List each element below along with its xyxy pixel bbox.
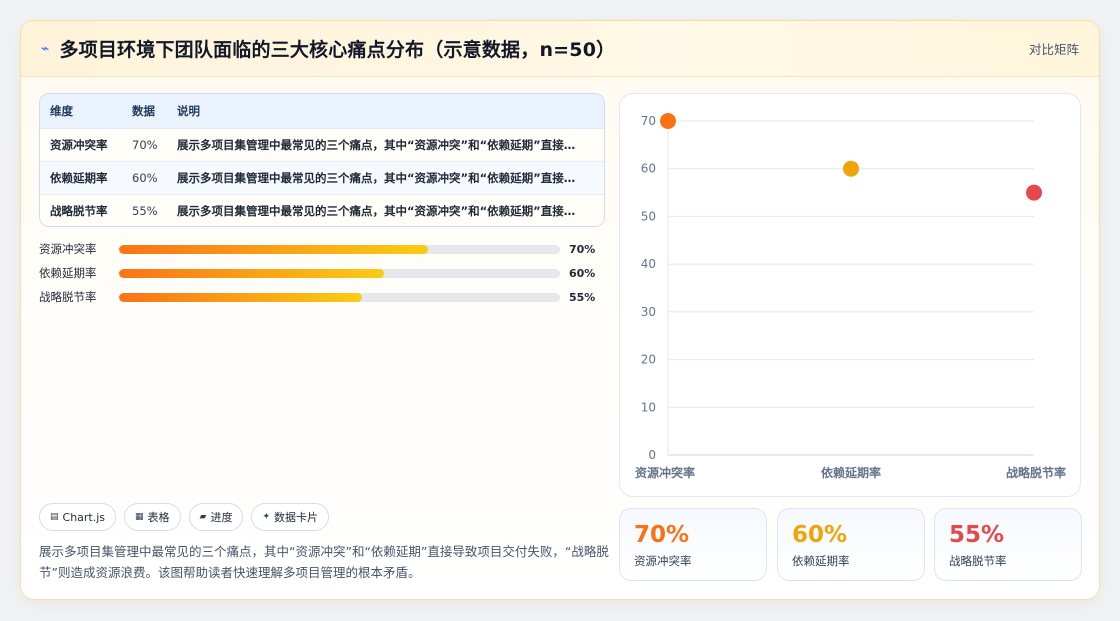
table-row: 资源冲突率 70% 展示多项目集管理中最常见的三个痛点，其中“资源冲突”和“依赖… <box>40 128 604 161</box>
progress-row: 战略脱节率 55% <box>39 285 605 309</box>
progress-label: 战略脱节率 <box>39 290 97 304</box>
monitor-icon: ▤ <box>50 512 59 522</box>
table-row: 依赖延期率 60% 展示多项目集管理中最常见的三个痛点，其中“资源冲突”和“依赖… <box>40 161 604 194</box>
progress-icon: ▰ <box>199 512 207 522</box>
data-table: 维度 数据 说明 资源冲突率 70% 展示多项目集管理中最常见的三个痛点，其中“… <box>39 93 605 227</box>
y-tick-label: 30 <box>641 305 656 319</box>
chip-label: 进度 <box>210 511 233 524</box>
chip-data-card[interactable]: ✦ 数据卡片 <box>251 503 330 531</box>
stat-label: 战略脱节率 <box>949 554 1007 568</box>
progress-row: 依赖延期率 60% <box>39 261 605 285</box>
chip-chartjs[interactable]: ▤ Chart.js <box>39 503 117 531</box>
stat-card: 70% 资源冲突率 <box>619 508 767 581</box>
progress-value: 55% <box>569 290 596 304</box>
y-tick-label: 0 <box>648 448 656 462</box>
x-tick-label: 战略脱节率 <box>1006 465 1066 480</box>
y-tick-label: 70 <box>641 114 656 128</box>
table-header-note: 说明 <box>177 104 200 118</box>
chart-pulse-icon: ⌁ <box>41 40 50 57</box>
progress-value: 70% <box>569 242 596 256</box>
stat-card: 60% 依赖延期率 <box>777 508 925 581</box>
y-tick-label: 50 <box>641 209 656 223</box>
dashboard-card: ⌁ 多项目环境下团队面临的三大核心痛点分布（示意数据，n=50） 对比矩阵 维度… <box>20 20 1100 600</box>
y-tick-label: 10 <box>641 400 656 414</box>
progress-label: 依赖延期率 <box>39 266 97 280</box>
progress-value: 60% <box>569 266 596 280</box>
table-cell-value: 70% <box>132 138 158 152</box>
chip-label: 表格 <box>147 511 170 524</box>
table-cell-dim: 依赖延期率 <box>50 171 108 185</box>
table-cell-dim: 资源冲突率 <box>50 138 108 152</box>
x-tick-label: 资源冲突率 <box>635 465 695 480</box>
stat-value: 55% <box>949 522 1005 548</box>
data-point <box>1026 184 1042 201</box>
data-point <box>843 160 859 177</box>
table-cell-note: 展示多项目集管理中最常见的三个痛点，其中“资源冲突”和“依赖延期”直接导致项目交… <box>177 204 604 218</box>
chart-svg: 0 10 20 30 40 50 60 70 资源冲突率 依赖延期率 战略脱节率 <box>635 113 1066 480</box>
table-cell-note: 展示多项目集管理中最常见的三个痛点，其中“资源冲突”和“依赖延期”直接导致项目交… <box>177 138 604 152</box>
table-row: 战略脱节率 55% 展示多项目集管理中最常见的三个痛点，其中“资源冲突”和“依赖… <box>40 194 604 226</box>
table-icon: ▦ <box>135 512 144 522</box>
table-cell-note: 展示多项目集管理中最常见的三个痛点，其中“资源冲突”和“依赖延期”直接导致项目交… <box>177 171 604 185</box>
table-cell-dim: 战略脱节率 <box>50 204 108 218</box>
table-header-dim: 维度 <box>50 104 73 118</box>
scatter-chart: 0 10 20 30 40 50 60 70 资源冲突率 依赖延期率 战略脱节率 <box>619 93 1081 497</box>
progress-track <box>119 268 560 278</box>
progress-fill <box>119 268 384 278</box>
y-tick-label: 60 <box>641 162 656 176</box>
stat-label: 资源冲突率 <box>634 554 692 568</box>
table-header-row: 维度 数据 说明 <box>40 94 604 128</box>
chip-label: Chart.js <box>62 510 106 524</box>
header: ⌁ 多项目环境下团队面临的三大核心痛点分布（示意数据，n=50） 对比矩阵 <box>21 21 1099 77</box>
y-tick-label: 40 <box>641 257 656 271</box>
stat-value: 70% <box>634 522 690 548</box>
progress-fill <box>119 292 362 302</box>
chip-progress[interactable]: ▰ 进度 <box>188 503 244 531</box>
y-tick-label: 20 <box>641 353 656 367</box>
table-cell-value: 60% <box>132 171 158 185</box>
sparkle-icon: ✦ <box>262 512 271 522</box>
progress-row: 资源冲突率 70% <box>39 237 605 261</box>
table-header-data: 数据 <box>132 104 155 118</box>
compare-matrix-link[interactable]: 对比矩阵 <box>1029 39 1079 58</box>
stat-value: 60% <box>792 522 848 548</box>
chip-label: 数据卡片 <box>274 511 319 524</box>
data-point <box>660 113 676 129</box>
tag-chips: ▤ Chart.js ▦ 表格 ▰ 进度 ✦ 数据卡片 <box>39 503 330 531</box>
progress-list: 资源冲突率 70% 依赖延期率 60% 战略脱节率 55% <box>39 237 605 309</box>
progress-label: 资源冲突率 <box>39 242 97 256</box>
progress-track <box>119 292 560 302</box>
x-tick-label: 依赖延期率 <box>821 465 881 480</box>
table-cell-value: 55% <box>132 204 158 218</box>
page-title: 多项目环境下团队面临的三大核心痛点分布（示意数据，n=50） <box>59 39 616 61</box>
progress-fill <box>119 244 428 254</box>
stat-card: 55% 战略脱节率 <box>934 508 1082 581</box>
description: 展示多项目集管理中最常见的三个痛点，其中“资源冲突”和“依赖延期”直接导致项目交… <box>39 544 609 580</box>
stat-label: 依赖延期率 <box>792 554 850 568</box>
progress-track <box>119 244 560 254</box>
chip-table[interactable]: ▦ 表格 <box>124 503 181 531</box>
